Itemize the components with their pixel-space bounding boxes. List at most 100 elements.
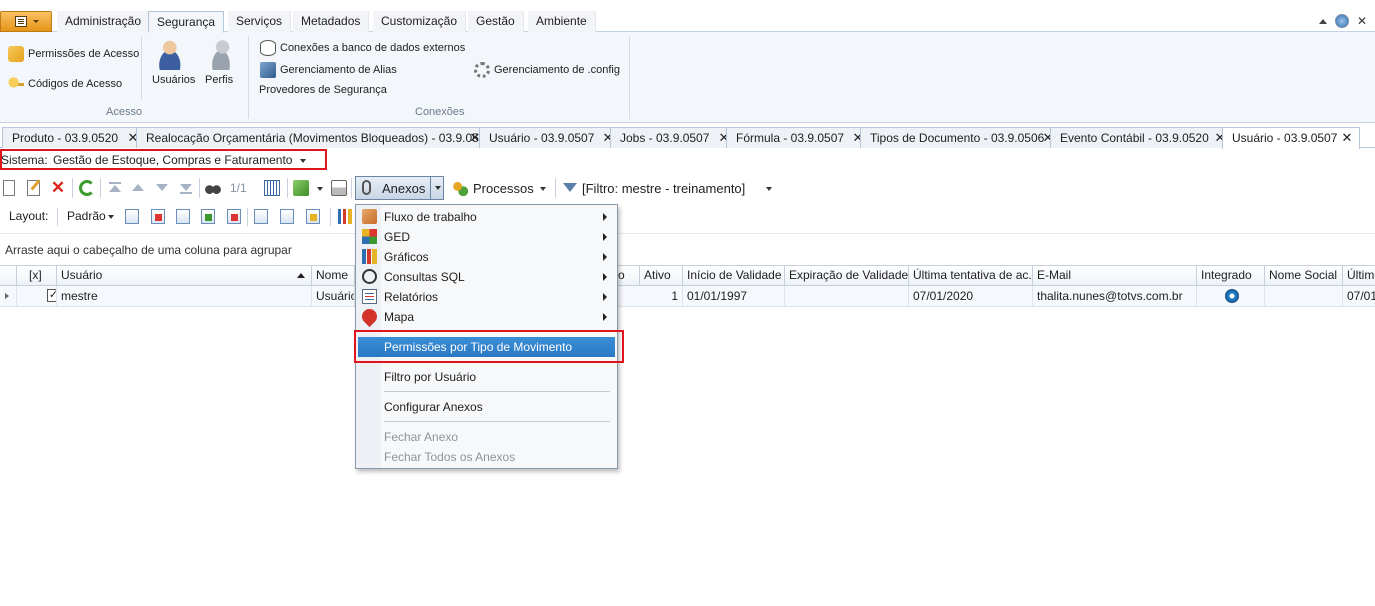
cell-email[interactable]: thalita.nunes@totvs.com.br	[1033, 286, 1197, 306]
usuarios-button[interactable]: Usuários	[150, 36, 196, 92]
column-header-check[interactable]: [x]	[17, 266, 57, 286]
doc-tab-label: Usuário - 03.9.0507	[1232, 131, 1338, 145]
help-globe-icon[interactable]	[1334, 14, 1349, 28]
table-row[interactable]: ✓ mestre Usuário 1 01/01/1997 07/01/2020…	[0, 286, 1375, 307]
new-record-icon[interactable]	[3, 180, 15, 196]
layout-upload-icon[interactable]	[227, 209, 241, 224]
menu-item-ged[interactable]: GED	[356, 227, 617, 247]
chart-icon	[362, 249, 377, 264]
column-header-nome-social[interactable]: Nome Social	[1265, 266, 1343, 286]
cell-expiracao-validade[interactable]	[785, 286, 909, 306]
layout-remove-icon[interactable]	[151, 209, 165, 224]
doc-tab-realocacao[interactable]: Realocação Orçamentária (Movimentos Bloq…	[136, 127, 492, 148]
tab-metadados[interactable]: Metadados	[293, 11, 370, 32]
cell-nome[interactable]: Usuário	[312, 286, 355, 306]
menu-item-relatorios[interactable]: Relatórios	[356, 287, 617, 307]
layout-columns-icon[interactable]	[125, 209, 139, 224]
layout-save-icon[interactable]	[201, 209, 215, 224]
grid-view-icon[interactable]	[264, 180, 280, 196]
doc-tab-evento-contabil[interactable]: Evento Contábil - 03.9.0520 ✕	[1050, 127, 1233, 148]
cell-inicio-validade[interactable]: 01/01/1997	[683, 286, 785, 306]
layout-note-icon[interactable]	[306, 209, 320, 224]
application-menu-button[interactable]	[0, 11, 52, 32]
doc-tab-produto[interactable]: Produto - 03.9.0520 ✕	[2, 127, 146, 148]
layout-summary-icon[interactable]	[254, 209, 268, 224]
menu-item-fechar-anexo: Fechar Anexo	[384, 430, 459, 444]
gerenciamento-alias-button[interactable]: Gerenciamento de Alias	[260, 62, 397, 78]
export-icon[interactable]	[293, 180, 309, 196]
column-header-expiracao-validade[interactable]: Expiração de Validade	[785, 266, 909, 286]
first-record-icon[interactable]	[109, 182, 121, 192]
close-icon[interactable]: ✕	[1357, 14, 1367, 28]
edit-icon[interactable]	[27, 180, 40, 196]
cell-ultima-tentativa[interactable]: 07/01/2020	[909, 286, 1033, 306]
tab-servicos[interactable]: Serviços	[228, 11, 292, 32]
refresh-icon[interactable]	[79, 180, 95, 196]
doc-tab-jobs[interactable]: Jobs - 03.9.0507 ✕	[610, 127, 737, 148]
menu-item-filtro-usuario[interactable]: Filtro por Usuário	[356, 367, 617, 387]
filter-button[interactable]: [Filtro: mestre - treinamento]	[582, 181, 745, 196]
collapse-ribbon-icon[interactable]	[1318, 18, 1327, 24]
tab-customizacao[interactable]: Customização	[373, 11, 467, 32]
menu-item-mapa[interactable]: Mapa	[356, 305, 617, 328]
binoculars-icon[interactable]	[205, 180, 221, 196]
provedores-seguranca-button[interactable]: Provedores de Segurança	[259, 84, 387, 96]
close-icon[interactable]: ✕	[1335, 128, 1359, 149]
layout-sum-icon[interactable]	[280, 209, 294, 224]
chevron-down-icon[interactable]	[435, 186, 441, 190]
column-header-ultimo[interactable]: Último	[1343, 266, 1375, 286]
group-separator	[248, 36, 249, 119]
layout-select[interactable]: Padrão	[67, 209, 106, 223]
menu-separator	[384, 421, 610, 422]
chevron-down-icon[interactable]	[540, 187, 546, 191]
cell-usuario[interactable]: mestre	[57, 286, 312, 306]
next-record-icon[interactable]	[156, 184, 168, 191]
tab-ambiente[interactable]: Ambiente	[528, 11, 596, 32]
column-header-inicio-validade[interactable]: Início de Validade	[683, 266, 785, 286]
chevron-down-icon[interactable]	[766, 187, 772, 191]
cell-ultimo[interactable]: 07/01	[1343, 286, 1375, 306]
tab-administracao[interactable]: Administração	[57, 11, 151, 32]
doc-tab-usuario-active[interactable]: Usuário - 03.9.0507 ✕	[1222, 127, 1360, 149]
print-icon[interactable]	[331, 180, 347, 196]
column-header-usuario[interactable]: Usuário	[57, 266, 312, 286]
filter-icon[interactable]	[563, 183, 577, 192]
layout-list-icon[interactable]	[176, 209, 190, 224]
menu-item-graficos[interactable]: Gráficos	[356, 247, 617, 267]
menu-item-consultas-sql[interactable]: Consultas SQL	[356, 267, 617, 287]
column-header-ultima-tentativa[interactable]: Última tentativa de ac...	[909, 266, 1033, 286]
column-header-nome[interactable]: Nome	[312, 266, 355, 286]
delete-icon[interactable]: ✕	[50, 179, 66, 196]
processos-button[interactable]: Processos	[473, 181, 534, 196]
cell-ativo[interactable]: 1	[640, 286, 683, 306]
chevron-down-icon[interactable]	[317, 187, 323, 191]
menu-item-fluxo-trabalho[interactable]: Fluxo de trabalho	[356, 207, 617, 227]
submenu-arrow-icon	[603, 253, 607, 261]
doc-tab-usuario[interactable]: Usuário - 03.9.0507 ✕	[479, 127, 621, 148]
last-record-icon[interactable]	[180, 184, 192, 194]
gerenciamento-config-button[interactable]: Gerenciamento de .config	[474, 62, 620, 78]
chart-icon[interactable]	[338, 209, 352, 224]
column-header-ativo[interactable]: Ativo	[640, 266, 683, 286]
sort-ascending-icon	[297, 273, 305, 278]
tab-seguranca[interactable]: Segurança	[148, 11, 225, 33]
submenu-arrow-icon	[603, 213, 607, 221]
permissoes-acesso-button[interactable]: Permissões de Acesso	[8, 46, 139, 62]
chevron-down-icon[interactable]	[108, 215, 114, 219]
row-checkbox[interactable]: ✓	[47, 289, 56, 302]
doc-tab-formula[interactable]: Fórmula - 03.9.0507 ✕	[726, 127, 871, 148]
tab-gestao[interactable]: Gestão	[468, 11, 524, 32]
anexos-label[interactable]: Anexos	[382, 181, 425, 196]
processes-icon[interactable]	[452, 180, 468, 196]
cell-nome-social[interactable]	[1265, 286, 1343, 306]
integrated-status-icon	[1225, 289, 1239, 303]
menu-item-configurar-anexos[interactable]: Configurar Anexos	[356, 397, 617, 417]
column-header-integrado[interactable]: Integrado	[1197, 266, 1265, 286]
conexoes-banco-button[interactable]: Conexões a banco de dados externos	[260, 40, 465, 56]
gerenciamento-alias-label: Gerenciamento de Alias	[280, 64, 397, 76]
column-header-email[interactable]: E-Mail	[1033, 266, 1197, 286]
previous-record-icon[interactable]	[132, 184, 144, 191]
perfis-button[interactable]: Perfis	[202, 36, 240, 92]
codigos-acesso-button[interactable]: Códigos de Acesso	[8, 76, 122, 92]
doc-tab-tipos-documento[interactable]: Tipos de Documento - 03.9.0506 ✕	[860, 127, 1061, 148]
